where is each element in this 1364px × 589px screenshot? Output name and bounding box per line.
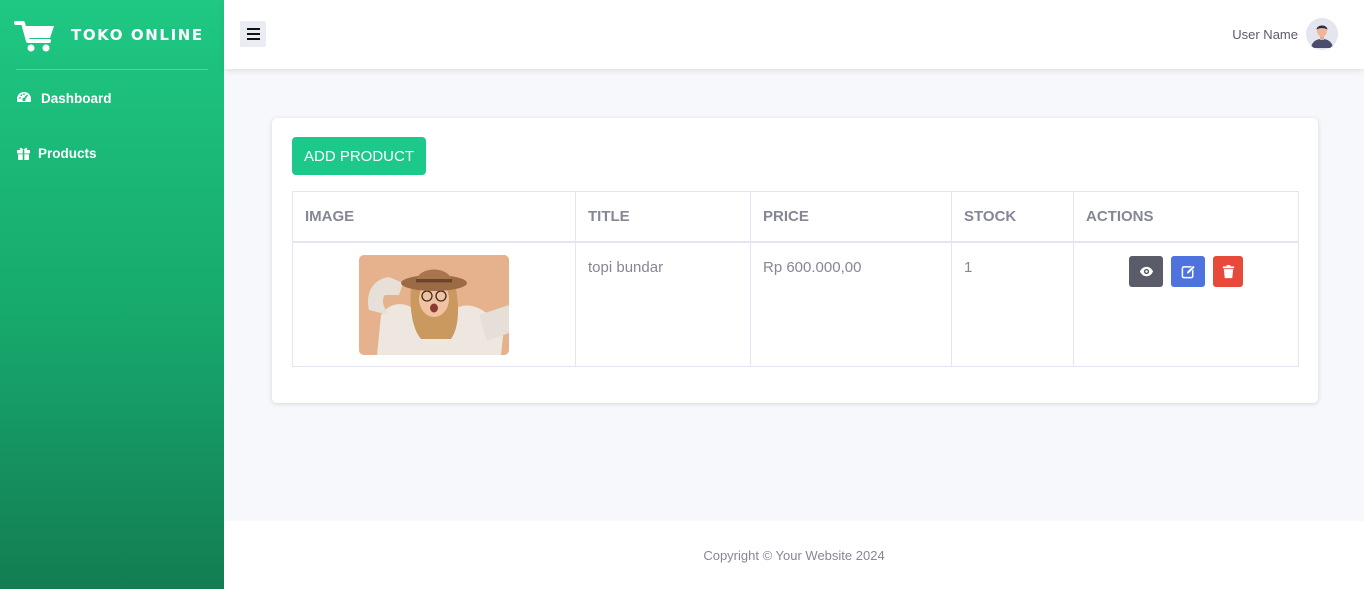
user-name: User Name [1232, 26, 1298, 42]
column-header-actions: ACTIONS [1073, 191, 1299, 243]
sidebar-toggle-button[interactable] [240, 21, 266, 47]
cell-image [292, 241, 576, 367]
sidebar-item-products[interactable]: Products [16, 146, 97, 161]
hamburger-icon [246, 28, 260, 40]
shopping-cart-icon [14, 21, 54, 52]
cell-stock: 1 [951, 241, 1074, 367]
sidebar-divider [16, 69, 208, 70]
gift-icon [17, 147, 30, 160]
edit-icon [1181, 264, 1195, 278]
column-header-price: PRICE [750, 191, 952, 243]
edit-button[interactable] [1171, 255, 1205, 287]
footer: Copyright © Your Website 2024 [224, 521, 1364, 589]
brand-name: TOKO ONLINE [71, 26, 204, 44]
column-header-image: IMAGE [292, 191, 576, 243]
cell-actions [1073, 241, 1299, 367]
cell-title: topi bundar [575, 241, 751, 367]
brand[interactable]: TOKO ONLINE [0, 0, 224, 70]
sidebar-item-dashboard[interactable]: Dashboard [16, 90, 112, 106]
topbar: User Name [224, 0, 1364, 69]
sidebar-item-label: Dashboard [41, 90, 112, 106]
products-table: IMAGE TITLE PRICE STOCK ACTIONS topi bun… [292, 191, 1299, 367]
cell-price: Rp 600.000,00 [750, 241, 952, 367]
sidebar: TOKO ONLINE Dashboard Products [0, 0, 224, 589]
column-header-stock: STOCK [951, 191, 1074, 243]
column-header-title: TITLE [575, 191, 751, 243]
view-button[interactable] [1129, 255, 1163, 287]
add-product-button[interactable]: ADD PRODUCT [292, 137, 426, 175]
table-row: topi bundar Rp 600.000,00 1 [292, 241, 1299, 367]
delete-button[interactable] [1213, 255, 1243, 287]
sidebar-item-label: Products [38, 146, 97, 161]
table-header-row: IMAGE TITLE PRICE STOCK ACTIONS [292, 191, 1299, 243]
product-photo [359, 254, 509, 355]
tachometer-icon [17, 92, 31, 102]
avatar [1306, 18, 1338, 50]
row-actions [1086, 255, 1286, 287]
trash-icon [1222, 264, 1234, 278]
products-card: ADD PRODUCT IMAGE TITLE PRICE STOCK ACTI… [272, 118, 1318, 403]
user-menu[interactable]: User Name [1232, 18, 1338, 50]
eye-icon [1139, 266, 1153, 276]
copyright-text: Copyright © Your Website 2024 [703, 547, 885, 563]
